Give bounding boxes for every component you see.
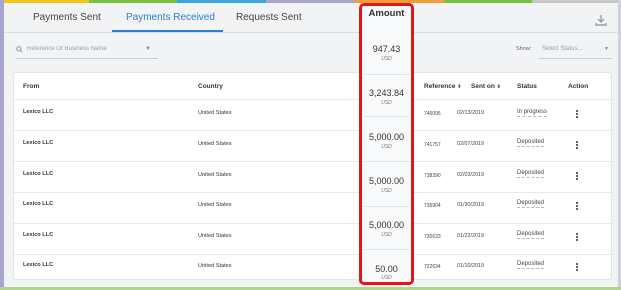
amount-currency: USD: [381, 56, 392, 62]
search-icon: [16, 45, 23, 53]
row-divider: [364, 161, 409, 162]
amount-value: 5,000.00: [368, 176, 405, 186]
tab-requests-sent[interactable]: Requests Sent: [236, 12, 302, 23]
amount-value: 5,000.00: [368, 220, 405, 230]
sent-on-cell: 02/13/2019: [457, 110, 484, 116]
status-cell: Deposited: [517, 200, 545, 208]
amount-value: 50.00: [375, 264, 398, 274]
table-row[interactable]: Lexico LLC United States 738390 02/03/20…: [14, 161, 611, 192]
tab-payments-sent[interactable]: Payments Sent: [33, 12, 101, 23]
kebab-menu-icon[interactable]: [575, 172, 579, 182]
sort-icon: ⬍: [496, 84, 501, 90]
payments-table: From Country Reference ⬍ Sent on ⬍ Statu…: [13, 72, 612, 280]
sent-on-cell: 01/30/2019: [457, 202, 484, 208]
amount-currency: USD: [381, 144, 392, 150]
from-cell: Lexico LLC: [23, 140, 54, 146]
amount-currency: USD: [381, 188, 392, 194]
reference-cell: 722634: [424, 264, 441, 270]
country-cell: United States: [198, 202, 232, 208]
column-header-status: Status: [517, 83, 537, 90]
column-header-amount: Amount: [368, 8, 405, 19]
search-field[interactable]: ▼: [16, 40, 158, 59]
tab-payments-received[interactable]: Payments Received: [126, 12, 215, 23]
column-header-action: Action: [568, 83, 589, 90]
column-header-sent-on-label: Sent on: [471, 83, 495, 90]
amount-value: 3,243.84: [368, 88, 405, 98]
download-icon[interactable]: [594, 13, 608, 27]
amount-value: 947.43: [372, 44, 401, 54]
kebab-menu-icon[interactable]: [575, 110, 579, 120]
amount-currency: USD: [381, 232, 392, 238]
status-cell: Deposited: [517, 261, 545, 269]
sent-on-cell: 02/07/2019: [457, 141, 484, 147]
from-cell: Lexico LLC: [23, 232, 54, 238]
row-divider: [364, 249, 409, 250]
from-cell: Lexico LLC: [23, 201, 54, 207]
payment-tabs: Payments Sent Payments Received Requests…: [4, 3, 618, 33]
status-cell: Deposited: [517, 170, 545, 178]
column-header-from: From: [23, 83, 40, 90]
table-row[interactable]: Lexico LLC United States 730633 01/22/20…: [14, 223, 611, 254]
kebab-menu-icon[interactable]: [575, 233, 579, 243]
reference-cell: 741757: [424, 142, 441, 148]
status-select[interactable]: Select Status... ▼: [539, 40, 612, 59]
column-header-country: Country: [198, 83, 223, 90]
sent-on-cell: 02/03/2019: [457, 172, 484, 178]
from-cell: Lexico LLC: [23, 262, 54, 268]
reference-cell: 735904: [424, 203, 441, 209]
amount-column-highlight: Amount 947.43 USD 3,243.84 USD 5,000.00 …: [359, 3, 414, 285]
reference-cell: 738390: [424, 173, 441, 179]
tabs-divider: [4, 32, 618, 33]
country-cell: United States: [198, 233, 232, 239]
from-cell: Lexico LLC: [23, 171, 54, 177]
column-header-sent-on[interactable]: Sent on ⬍: [471, 83, 501, 90]
chevron-down-icon: ▼: [145, 46, 151, 52]
kebab-menu-icon[interactable]: [575, 263, 579, 273]
chevron-down-icon: ▼: [604, 46, 609, 52]
status-cell: Deposited: [517, 231, 545, 239]
row-divider: [364, 116, 409, 117]
reference-cell: 746095: [424, 111, 441, 117]
table-row[interactable]: Lexico LLC United States 722634 01/10/20…: [14, 254, 611, 285]
show-label: Show:: [516, 46, 532, 52]
kebab-menu-icon[interactable]: [575, 141, 579, 151]
row-divider: [364, 206, 409, 207]
row-divider: [364, 74, 409, 75]
country-cell: United States: [198, 110, 232, 116]
table-row[interactable]: Lexico LLC United States 735904 01/30/20…: [14, 192, 611, 223]
column-header-reference-label: Reference: [424, 83, 456, 90]
column-header-reference[interactable]: Reference ⬍: [424, 83, 461, 90]
table-row[interactable]: Lexico LLC United States 746095 02/13/20…: [14, 99, 611, 130]
country-cell: United States: [198, 141, 232, 147]
from-cell: Lexico LLC: [23, 109, 54, 115]
left-edge-stripe: [0, 0, 4, 290]
sent-on-cell: 01/10/2019: [457, 263, 484, 269]
sort-icon: ⬍: [457, 84, 462, 90]
amount-value: 5,000.00: [368, 132, 405, 142]
kebab-menu-icon[interactable]: [575, 202, 579, 212]
table-row[interactable]: Lexico LLC United States 741757 02/07/20…: [14, 130, 611, 161]
search-input[interactable]: [27, 46, 137, 52]
country-cell: United States: [198, 172, 232, 178]
sent-on-cell: 01/22/2019: [457, 233, 484, 239]
reference-cell: 730633: [424, 234, 441, 240]
amount-currency: USD: [381, 275, 392, 281]
amount-currency: USD: [381, 100, 392, 106]
status-select-placeholder: Select Status...: [542, 46, 583, 52]
country-cell: United States: [198, 263, 232, 269]
status-cell: Deposited: [517, 139, 545, 147]
status-cell: In progress: [517, 109, 548, 117]
